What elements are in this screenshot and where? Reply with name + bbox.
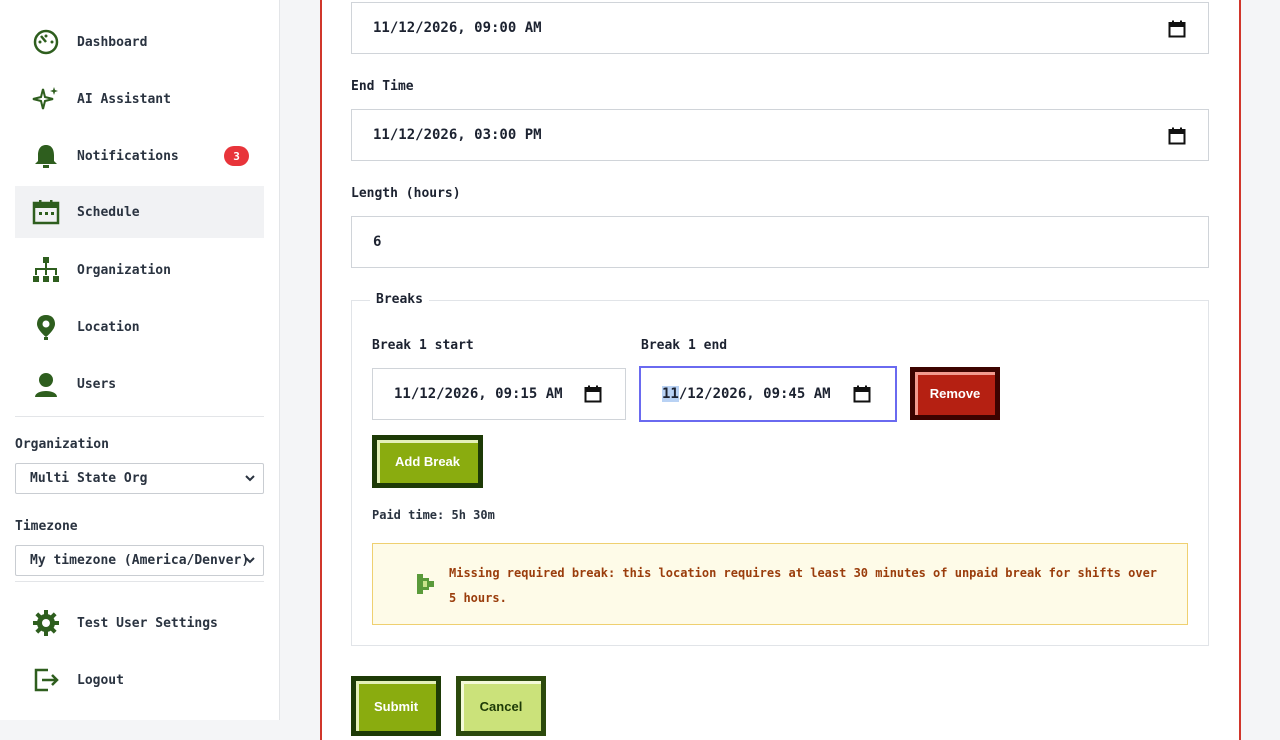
timezone-select-value: My timezone (America/Denver): [30, 553, 250, 568]
sparkle-icon: [31, 84, 61, 114]
notification-count-badge: 3: [224, 146, 249, 166]
sidebar-item-dashboard[interactable]: Dashboard: [15, 16, 264, 68]
calendar-icon[interactable]: [1168, 127, 1186, 145]
organization-label: Organization: [15, 437, 109, 452]
sidebar-item-organization[interactable]: Organization: [15, 244, 264, 296]
break-1-start-label: Break 1 start: [372, 338, 474, 353]
break-1-end-input[interactable]: 11/12/2026, 09:45 AM: [639, 366, 897, 422]
sidebar-item-label: Notifications: [77, 148, 179, 164]
missing-break-warning: Missing required break: this location re…: [372, 543, 1188, 625]
start-time-value: 11/12/2026, 09:00 AM: [373, 20, 542, 36]
add-break-button[interactable]: Add Break: [372, 435, 483, 488]
break-1-end-value: 11/12/2026, 09:45 AM: [662, 386, 831, 402]
sidebar-item-label: Schedule: [77, 204, 140, 220]
logout-icon: [31, 665, 61, 695]
map-pin-icon: [31, 312, 61, 342]
warning-message: Missing required break: this location re…: [449, 566, 1158, 605]
sidebar-item-label: Dashboard: [77, 34, 148, 50]
sidebar: Dashboard AI Assistant Notifications 3 S…: [0, 0, 280, 720]
start-time-input[interactable]: 11/12/2026, 09:00 AM: [351, 2, 1209, 54]
timezone-label: Timezone: [15, 519, 78, 534]
calendar-icon[interactable]: [1168, 20, 1186, 38]
value-rest: /12/2026, 09:45 AM: [678, 386, 831, 402]
end-time-label: End Time: [351, 79, 414, 94]
sidebar-item-label: Location: [77, 319, 140, 335]
organization-select-value: Multi State Org: [30, 471, 148, 486]
sidebar-divider: [15, 581, 264, 582]
sidebar-item-ai-assistant[interactable]: AI Assistant: [15, 73, 264, 125]
sidebar-item-settings[interactable]: Test User Settings: [15, 597, 264, 649]
length-input[interactable]: 6: [351, 216, 1209, 268]
end-time-value: 11/12/2026, 03:00 PM: [373, 127, 542, 143]
sidebar-item-label: Test User Settings: [77, 615, 218, 631]
org-chart-icon: [31, 255, 61, 285]
length-label: Length (hours): [351, 186, 461, 201]
breaks-legend: Breaks: [370, 292, 429, 307]
paid-time-text: Paid time: 5h 30m: [372, 508, 495, 522]
calendar-icon[interactable]: [584, 385, 602, 403]
gear-icon: [31, 608, 61, 638]
bell-icon: [31, 141, 61, 171]
sidebar-item-schedule[interactable]: Schedule: [15, 186, 264, 238]
length-value: 6: [373, 234, 382, 250]
break-1-start-input[interactable]: 11/12/2026, 09:15 AM: [372, 368, 626, 420]
break-1-end-label: Break 1 end: [641, 338, 728, 353]
warning-icon: [417, 574, 434, 594]
chevron-down-icon: [245, 557, 255, 564]
break-1-start-value: 11/12/2026, 09:15 AM: [394, 386, 563, 402]
calendar-icon: [31, 197, 61, 227]
sidebar-item-label: Logout: [77, 672, 124, 688]
submit-button[interactable]: Submit: [351, 676, 441, 736]
sidebar-item-logout[interactable]: Logout: [15, 654, 264, 706]
timezone-select[interactable]: My timezone (America/Denver): [15, 545, 264, 576]
sidebar-item-notifications[interactable]: Notifications 3: [15, 130, 264, 182]
sidebar-item-location[interactable]: Location: [15, 301, 264, 353]
sidebar-divider: [15, 416, 264, 417]
sidebar-item-users[interactable]: Users: [15, 358, 264, 410]
end-time-input[interactable]: 11/12/2026, 03:00 PM: [351, 109, 1209, 161]
selected-segment: 11: [662, 386, 679, 402]
user-icon: [31, 369, 61, 399]
sidebar-item-label: Users: [77, 376, 117, 392]
organization-select[interactable]: Multi State Org: [15, 463, 264, 494]
sidebar-item-label: Organization: [77, 262, 171, 278]
remove-break-button[interactable]: Remove: [910, 367, 1000, 420]
chevron-down-icon: [245, 475, 255, 482]
cancel-button[interactable]: Cancel: [456, 676, 546, 736]
dashboard-icon: [31, 27, 61, 57]
sidebar-item-label: AI Assistant: [77, 91, 171, 107]
calendar-icon[interactable]: [853, 385, 871, 403]
